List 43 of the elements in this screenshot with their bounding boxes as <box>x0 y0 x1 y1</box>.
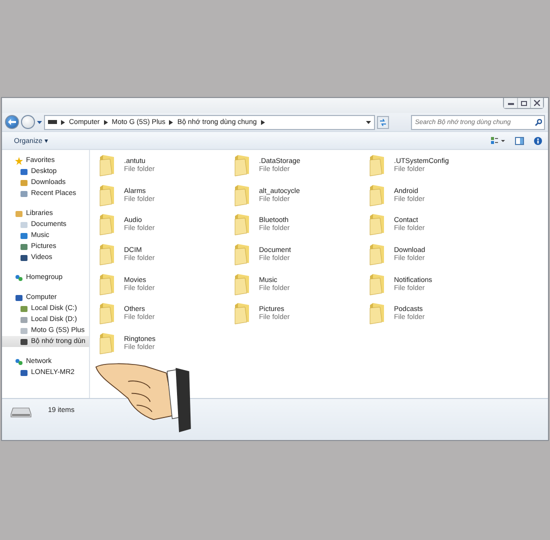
minimize-icon <box>508 102 514 104</box>
chevron-icon <box>169 120 174 124</box>
folder-icon <box>369 243 386 266</box>
view-options-icon[interactable] <box>491 136 505 144</box>
arrow-left-icon <box>8 119 16 125</box>
help-icon[interactable] <box>534 136 542 144</box>
preview-pane-icon[interactable] <box>515 136 524 144</box>
folder-icon <box>369 154 386 177</box>
folder-icon <box>99 302 116 326</box>
folder-icon <box>234 243 251 266</box>
chevron-icon <box>104 120 108 124</box>
folder-icon <box>369 184 386 207</box>
folder-icon <box>99 213 116 236</box>
folder-icon <box>234 154 251 177</box>
caret-icon[interactable] <box>37 120 42 124</box>
minimize-button[interactable] <box>504 98 517 108</box>
chevron-icon <box>61 120 65 124</box>
star-icon <box>15 156 23 164</box>
folder-icon <box>99 154 116 177</box>
folder-icon <box>369 302 386 326</box>
folder-icon <box>99 184 116 207</box>
folder-icon <box>234 213 251 236</box>
maximize-icon <box>521 100 527 106</box>
folder-icon <box>99 272 116 296</box>
folder-icon <box>234 302 251 326</box>
folder-icon <box>369 272 386 296</box>
chevron-icon <box>260 120 265 124</box>
folder-icon <box>99 332 116 356</box>
network-icon <box>15 358 23 366</box>
caret-icon[interactable] <box>366 120 371 124</box>
forward-button[interactable] <box>21 115 35 129</box>
close-button[interactable] <box>530 98 543 108</box>
folder-icon <box>369 213 386 236</box>
homegroup-icon <box>15 274 23 282</box>
back-button[interactable] <box>5 115 19 129</box>
refresh-icon <box>379 118 387 126</box>
folder-icon <box>234 184 251 207</box>
search-icon <box>535 118 542 126</box>
close-icon <box>534 100 540 106</box>
maximize-button[interactable] <box>517 98 530 108</box>
folder-icon <box>99 243 116 266</box>
refresh-button[interactable] <box>377 116 389 128</box>
folder-icon <box>234 272 251 296</box>
